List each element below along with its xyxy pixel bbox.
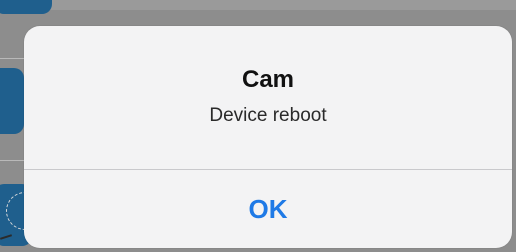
background-header-strip — [40, 0, 516, 10]
alert-dialog: Cam Device reboot OK — [24, 26, 512, 248]
background-app-element — [0, 68, 24, 134]
ok-button[interactable]: OK — [24, 170, 512, 248]
background-divider — [0, 160, 26, 161]
alert-title: Cam — [241, 66, 295, 93]
background-divider — [0, 58, 26, 59]
alert-content: Cam Device reboot — [24, 26, 512, 168]
background-app-element — [0, 0, 52, 14]
alert-message: Device reboot — [209, 105, 327, 126]
